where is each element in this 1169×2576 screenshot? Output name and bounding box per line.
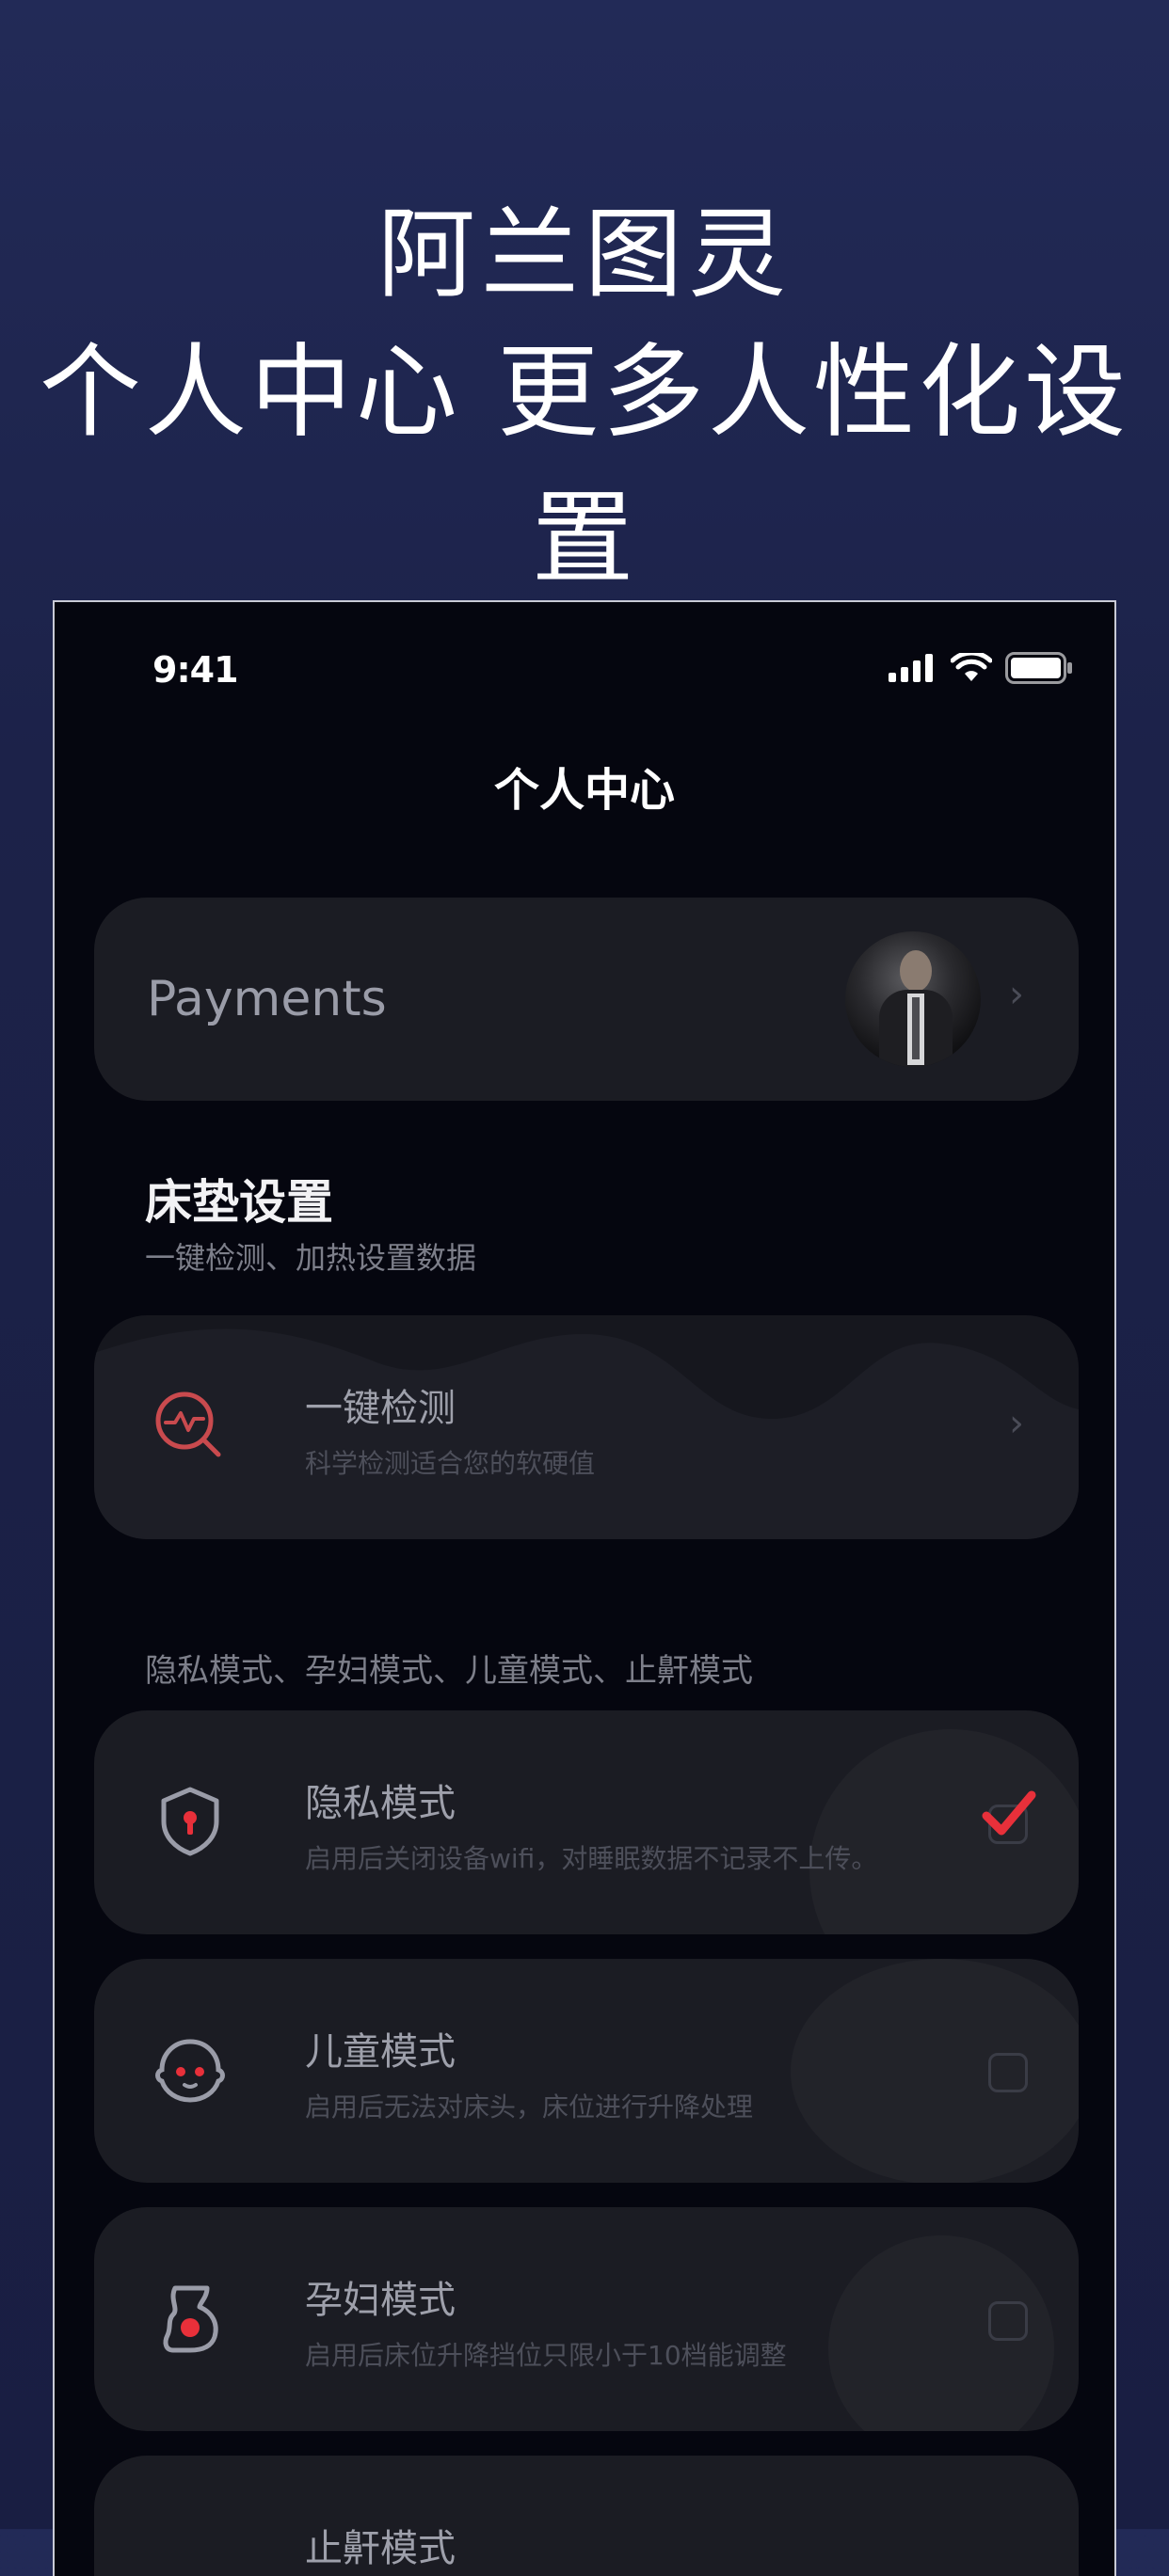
status-time: 9:41 bbox=[152, 649, 239, 691]
page-title: 个人中心 bbox=[493, 764, 675, 817]
checkmark-icon bbox=[982, 1790, 1036, 1836]
profile-card[interactable]: Payments › bbox=[94, 898, 1079, 1101]
battery-icon bbox=[1005, 652, 1072, 684]
detect-desc: 科学检测适合您的软硬值 bbox=[305, 1448, 596, 1479]
wifi-icon bbox=[951, 653, 992, 681]
detect-icon bbox=[155, 1391, 221, 1457]
status-icons bbox=[889, 651, 1073, 685]
profile-label: Payments bbox=[147, 971, 387, 1027]
pregnant-mode-desc: 启用后床位升降挡位只限小于10档能调整 bbox=[305, 2340, 787, 2371]
pregnant-mode-title: 孕妇模式 bbox=[305, 2279, 456, 2322]
detect-title: 一键检测 bbox=[305, 1387, 456, 1430]
pregnant-icon bbox=[163, 2285, 218, 2353]
child-mode-checkbox[interactable] bbox=[988, 2053, 1028, 2092]
child-mode-title: 儿童模式 bbox=[305, 2030, 456, 2074]
chevron-right-icon: › bbox=[1009, 1402, 1024, 1445]
modes-section-label: 隐私模式、孕妇模式、儿童模式、止鼾模式 bbox=[145, 1652, 753, 1690]
child-mode-card[interactable]: 儿童模式 启用后无法对床头，床位进行升降处理 bbox=[94, 1959, 1079, 2183]
phone-screen: 9:41 个人中心 Payments › 床垫设置 一键检测、加热设置数据 一键… bbox=[53, 600, 1116, 2576]
anti-snore-mode-title: 止鼾模式 bbox=[305, 2527, 456, 2570]
child-face-icon bbox=[155, 2039, 225, 2103]
privacy-mode-title: 隐私模式 bbox=[305, 1782, 456, 1825]
pregnant-mode-card[interactable]: 孕妇模式 启用后床位升降挡位只限小于10档能调整 bbox=[94, 2207, 1079, 2431]
privacy-mode-card[interactable]: 隐私模式 启用后关闭设备wifi，对睡眠数据不记录不上传。 bbox=[94, 1710, 1079, 1934]
mattress-section-subtitle: 一键检测、加热设置数据 bbox=[145, 1240, 477, 1276]
shield-lock-icon bbox=[161, 1787, 219, 1856]
child-mode-desc: 启用后无法对床头，床位进行升降处理 bbox=[305, 2091, 754, 2123]
avatar[interactable] bbox=[845, 931, 981, 1067]
one-key-detect-card[interactable]: 一键检测 科学检测适合您的软硬值 › bbox=[94, 1315, 1079, 1539]
pregnant-mode-checkbox[interactable] bbox=[988, 2301, 1028, 2341]
mattress-section-title: 床垫设置 bbox=[145, 1175, 333, 1230]
promo-header: 阿兰图灵 个人中心 更多人性化设置 bbox=[0, 0, 1169, 598]
wave-background bbox=[94, 1328, 1079, 1539]
promo-subtitle: 个人中心 更多人性化设置 bbox=[39, 334, 1130, 598]
chevron-right-icon: › bbox=[1009, 973, 1024, 1016]
anti-snore-mode-card[interactable]: 止鼾模式 bbox=[94, 2456, 1079, 2576]
privacy-mode-desc: 启用后关闭设备wifi，对睡眠数据不记录不上传。 bbox=[305, 1843, 878, 1874]
promo-title: 阿兰图灵 bbox=[376, 197, 792, 311]
signal-icon bbox=[889, 654, 933, 682]
